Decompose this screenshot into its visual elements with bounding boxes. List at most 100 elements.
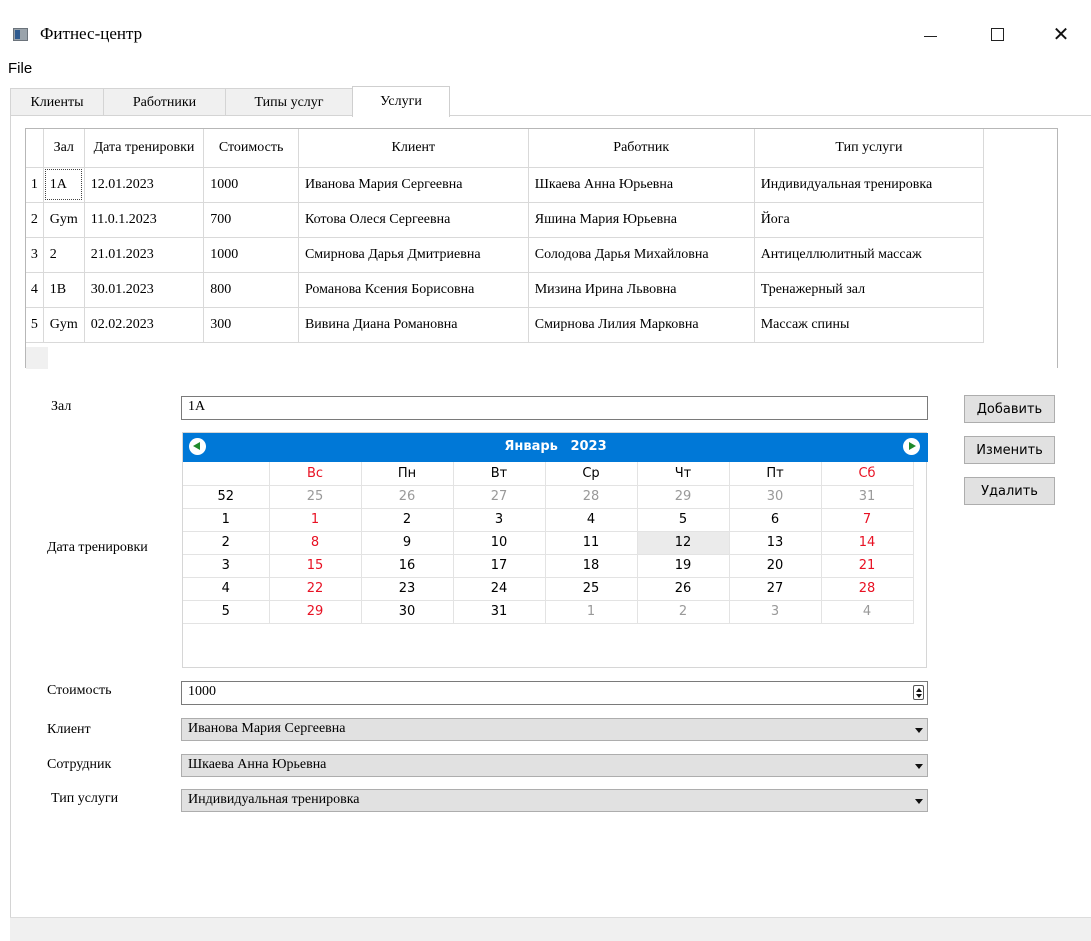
table-cell[interactable]: Смирнова Лилия Марковна — [528, 307, 755, 343]
menu-file[interactable]: File — [8, 60, 32, 77]
table-cell[interactable]: 1000 — [203, 167, 299, 203]
table-row[interactable]: 5 Gym 02.02.2023 300 Вивина Диана Романовна С… — [26, 307, 1057, 343]
calendar-day[interactable]: 27 — [453, 485, 546, 509]
table-cell[interactable]: Gym — [43, 307, 85, 343]
row-header[interactable]: 3 — [26, 237, 44, 273]
calendar-day[interactable]: 25 — [545, 577, 638, 601]
table-cell[interactable]: 30.01.2023 — [84, 272, 205, 308]
table-cell[interactable]: 12.01.2023 — [84, 167, 205, 203]
add-button[interactable]: Добавить — [964, 395, 1055, 423]
calendar-day[interactable]: 30 — [361, 600, 454, 624]
calendar-day[interactable]: 21 — [821, 554, 914, 578]
table-cell[interactable]: 300 — [203, 307, 299, 343]
table-row[interactable]: 2 Gym 11.0.1.2023 700 Котова Олеся Сергеевна… — [26, 202, 1057, 238]
service-type-combobox[interactable]: Индивидуальная тренировка — [181, 789, 928, 812]
row-header[interactable]: 1 — [26, 167, 44, 203]
calendar-day[interactable]: 5 — [637, 508, 730, 532]
tab-clients[interactable]: Клиенты — [10, 88, 104, 117]
cost-stepper[interactable]: 1000 — [181, 681, 928, 705]
calendar-day[interactable]: 17 — [453, 554, 546, 578]
calendar-day[interactable]: 18 — [545, 554, 638, 578]
calendar-day[interactable]: 28 — [821, 577, 914, 601]
table-cell[interactable]: Йога — [754, 202, 985, 238]
calendar-day[interactable]: 24 — [453, 577, 546, 601]
calendar-day[interactable]: 26 — [361, 485, 454, 509]
table-cell[interactable]: 1B — [43, 272, 85, 308]
calendar-day[interactable]: 31 — [453, 600, 546, 624]
close-button[interactable]: ✕ — [1031, 14, 1091, 54]
table-cell[interactable]: Мизина Ирина Львовна — [528, 272, 755, 308]
calendar-day[interactable]: 6 — [729, 508, 822, 532]
calendar-day[interactable]: 8 — [269, 531, 362, 555]
employee-combobox[interactable]: Шкаева Анна Юрьевна — [181, 754, 928, 777]
tab-employees[interactable]: Работники — [103, 88, 226, 117]
calendar-day[interactable]: 15 — [269, 554, 362, 578]
calendar-day[interactable]: 11 — [545, 531, 638, 555]
column-header-zal[interactable]: Зал — [43, 129, 85, 168]
calendar-day[interactable]: 28 — [545, 485, 638, 509]
table-cell[interactable]: Gym — [43, 202, 85, 238]
calendar-day[interactable]: 4 — [545, 508, 638, 532]
calendar-day[interactable]: 13 — [729, 531, 822, 555]
table-cell[interactable]: Яшина Мария Юрьевна — [528, 202, 755, 238]
table-cell[interactable]: 1A — [43, 167, 85, 203]
table-cell[interactable]: Иванова Мария Сергеевна — [298, 167, 529, 203]
table-cell[interactable]: Индивидуальная тренировка — [754, 167, 985, 203]
calendar-day[interactable]: 14 — [821, 531, 914, 555]
table-cell[interactable]: Вивина Диана Романовна — [298, 307, 529, 343]
next-month-icon[interactable] — [903, 438, 920, 455]
calendar-day[interactable]: 29 — [637, 485, 730, 509]
table-cell[interactable]: Тренажерный зал — [754, 272, 985, 308]
row-header[interactable]: 5 — [26, 307, 44, 343]
column-header-employee[interactable]: Работник — [528, 129, 755, 168]
tab-service-types[interactable]: Типы услуг — [225, 88, 353, 117]
calendar-day[interactable]: 9 — [361, 531, 454, 555]
calendar-day[interactable]: 22 — [269, 577, 362, 601]
table-cell[interactable]: Солодова Дарья Михайловна — [528, 237, 755, 273]
calendar-day[interactable]: 26 — [637, 577, 730, 601]
table-cell[interactable]: Котова Олеся Сергеевна — [298, 202, 529, 238]
table-cell[interactable]: 02.02.2023 — [84, 307, 205, 343]
calendar-day[interactable]: 12 — [637, 531, 730, 555]
table-row[interactable]: 3 2 21.01.2023 1000 Смирнова Дарья Дмитриевн… — [26, 237, 1057, 273]
table-cell[interactable]: 1000 — [203, 237, 299, 273]
calendar-day[interactable]: 3 — [453, 508, 546, 532]
tab-services[interactable]: Услуги — [352, 86, 450, 117]
client-combobox[interactable]: Иванова Мария Сергеевна — [181, 718, 928, 741]
minimize-button[interactable] — [900, 14, 960, 54]
calendar-day[interactable]: 19 — [637, 554, 730, 578]
table-cell[interactable]: 2 — [43, 237, 85, 273]
calendar-day[interactable]: 20 — [729, 554, 822, 578]
table-cell[interactable]: Антицеллюлитный массаж — [754, 237, 985, 273]
calendar-day[interactable]: 1 — [269, 508, 362, 532]
column-header-service-type[interactable]: Тип услуги — [754, 129, 985, 168]
table-cell[interactable]: 700 — [203, 202, 299, 238]
table-cell[interactable]: Смирнова Дарья Дмитриевна — [298, 237, 529, 273]
table-row[interactable]: 1 1A 12.01.2023 1000 Иванова Мария Сергеевна… — [26, 167, 1057, 203]
edit-button[interactable]: Изменить — [964, 436, 1055, 464]
calendar-year[interactable]: 2023 — [570, 439, 606, 454]
calendar-day[interactable]: 29 — [269, 600, 362, 624]
zal-input[interactable]: 1A — [181, 396, 928, 420]
row-header[interactable]: 2 — [26, 202, 44, 238]
services-grid[interactable]: Зал Дата тренировки Стоимость Клиент Раб… — [25, 128, 1058, 369]
table-cell[interactable]: 11.0.1.2023 — [84, 202, 205, 238]
calendar-day[interactable]: 30 — [729, 485, 822, 509]
spinner-arrows-icon[interactable] — [913, 685, 924, 700]
calendar-day[interactable]: 4 — [821, 600, 914, 624]
maximize-button[interactable] — [967, 14, 1027, 54]
delete-button[interactable]: Удалить — [964, 477, 1055, 505]
table-cell[interactable]: 800 — [203, 272, 299, 308]
column-header-cost[interactable]: Стоимость — [203, 129, 299, 168]
row-header[interactable]: 4 — [26, 272, 44, 308]
table-cell[interactable]: Шкаева Анна Юрьевна — [528, 167, 755, 203]
calendar-day[interactable]: 10 — [453, 531, 546, 555]
table-row[interactable]: 4 1B 30.01.2023 800 Романова Ксения Борисовн… — [26, 272, 1057, 308]
calendar-day[interactable]: 16 — [361, 554, 454, 578]
calendar-day[interactable]: 7 — [821, 508, 914, 532]
calendar-day[interactable]: 25 — [269, 485, 362, 509]
column-header-client[interactable]: Клиент — [298, 129, 529, 168]
calendar-day[interactable]: 1 — [545, 600, 638, 624]
table-cell[interactable]: Романова Ксения Борисовна — [298, 272, 529, 308]
column-header-date[interactable]: Дата тренировки — [84, 129, 205, 168]
